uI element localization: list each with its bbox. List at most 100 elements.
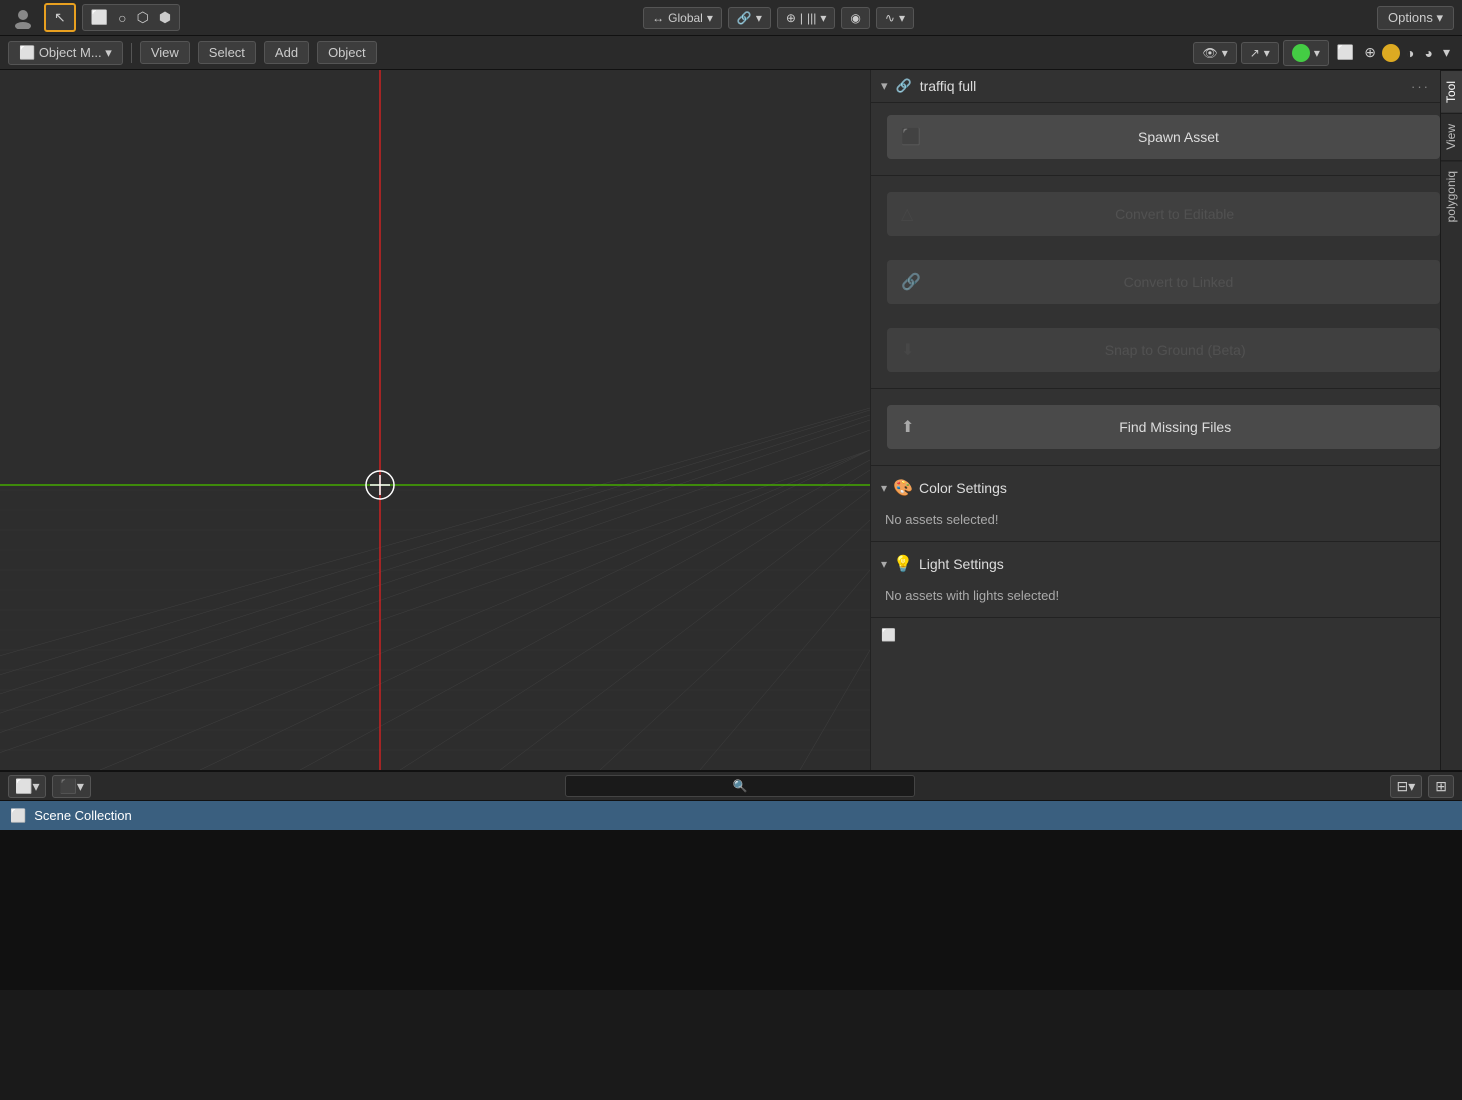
convert-editable-button[interactable]: △ Convert to Editable [887, 192, 1440, 236]
convert-linked-label: Convert to Linked [931, 274, 1426, 290]
main-content-area: User Perspective (1) Scene Collection [0, 70, 1462, 770]
snap-ground-section: ⬇ Snap to Ground (Beta) [879, 322, 1432, 378]
cursor-tool-group[interactable]: ↖ [44, 3, 76, 32]
render-mode-1[interactable]: ◑ [1402, 43, 1418, 63]
shading-yellow-dot [1382, 44, 1400, 62]
outliner-toolbar: ⬜ ▾ ⬛ ▾ ⊟ ▾ ⊞ [0, 772, 1462, 801]
divider-3 [871, 465, 1440, 466]
spawn-icon: ⬛ [901, 127, 921, 147]
bottom-icon: ⬜ [881, 628, 896, 642]
snap-ground-button[interactable]: ⬇ Snap to Ground (Beta) [887, 328, 1440, 372]
wave-icon: ∿ [885, 11, 895, 25]
gizmo-btn[interactable]: ↗ ▾ [1241, 42, 1279, 64]
select-label: Select [209, 45, 245, 60]
visibility-btn[interactable]: 👁 ▾ [1193, 42, 1236, 64]
link-arrow: ▾ [756, 11, 762, 25]
select-menu-button[interactable]: Select [198, 41, 256, 64]
find-missing-button[interactable]: ⬆ Find Missing Files [887, 405, 1440, 449]
mode-toolbar: ⬜ Object M... ▾ View Select Add Object 👁… [0, 36, 1462, 70]
right-panel: ▾ 🔗 traffiq full ··· ⬛ Spawn Asset △ Con… [870, 70, 1440, 770]
panel-header: ▾ 🔗 traffiq full ··· [871, 70, 1440, 103]
shading-icons: ⬜ ⊕ ◑ ◕ ▾ [1333, 42, 1454, 63]
spawn-asset-button[interactable]: ⬛ Spawn Asset [887, 115, 1440, 159]
circle-icon[interactable]: ○ [114, 8, 130, 28]
no-assets-label: No assets selected! [885, 512, 998, 527]
outliner-add-btn[interactable]: ⊞ [1428, 775, 1454, 798]
panel-header-arrow[interactable]: ▾ [881, 78, 888, 94]
color-settings-icon: 🎨 [893, 478, 913, 498]
outliner-filter-btn[interactable]: ⬛ ▾ [52, 775, 90, 798]
outliner-view-btn[interactable]: ⬜ ▾ [8, 775, 46, 798]
link-icon: 🔗 [737, 11, 752, 25]
transform-icon: ↔ [652, 11, 664, 25]
convert-editable-section: △ Convert to Editable [879, 186, 1432, 242]
snap-arrow: ▾ [820, 11, 826, 25]
tab-tool[interactable]: Tool [1441, 70, 1462, 113]
object-menu-button[interactable]: Object [317, 41, 377, 64]
outliner-sort-btn[interactable]: ⊟ ▾ [1390, 775, 1423, 798]
link-btn[interactable]: 🔗 ▾ [728, 7, 771, 29]
collection-name: Scene Collection [34, 808, 132, 823]
outliner-icon: ⬜ [15, 778, 32, 795]
add-menu-button[interactable]: Add [264, 41, 309, 64]
camera-icon[interactable]: ⬜ [1333, 42, 1358, 63]
panel-dots: ··· [1411, 79, 1430, 94]
no-lights-text: No assets with lights selected! [871, 582, 1440, 613]
search-input[interactable] [565, 775, 915, 797]
outliner-filter-icon: ⬛ [59, 778, 76, 795]
header-tools-btn[interactable]: ∿ ▾ [876, 7, 914, 29]
snap-btn[interactable]: ⊕ | ||| ▾ [777, 7, 836, 29]
spawn-label: Spawn Asset [931, 129, 1426, 145]
box-icon[interactable]: ⬜ [87, 7, 112, 28]
snap-ground-label: Snap to Ground (Beta) [924, 342, 1426, 358]
tab-tool-label: Tool [1444, 81, 1458, 103]
render-mode-2[interactable]: ◕ [1421, 43, 1437, 63]
divider-2 [871, 388, 1440, 389]
lasso2-icon[interactable]: ⬢ [155, 7, 175, 28]
shape-tools-group[interactable]: ⬜ ○ ⬡ ⬢ [82, 4, 180, 31]
viewport[interactable]: User Perspective (1) Scene Collection [0, 70, 870, 770]
tab-view[interactable]: View [1441, 113, 1462, 160]
mode-sep-1 [131, 43, 132, 63]
color-settings-label: Color Settings [919, 480, 1007, 496]
object-mode-arrow: ▾ [105, 45, 112, 60]
color-settings-header[interactable]: ▾ 🎨 Color Settings [871, 470, 1440, 506]
lasso-icon[interactable]: ⬡ [133, 7, 153, 28]
scene-collection-row[interactable]: ⬜ Scene Collection [0, 801, 1462, 830]
snap-mode-icon: ||| [807, 11, 816, 25]
transform-btn[interactable]: ↔ Global ▾ [643, 7, 722, 29]
convert-editable-icon: △ [901, 204, 913, 224]
proportional-btn[interactable]: ◉ [841, 7, 869, 29]
options-button[interactable]: Options ▾ [1377, 6, 1454, 30]
color-settings-arrow: ▾ [881, 481, 887, 495]
overlay-green-dot [1292, 44, 1310, 62]
search-container [97, 775, 1384, 797]
object-mode-label: Object M... [39, 45, 102, 60]
divider-5 [871, 617, 1440, 618]
global-arrow: ▾ [707, 11, 713, 25]
divider-4 [871, 541, 1440, 542]
add-collection-icon: ⊞ [1435, 778, 1447, 795]
options-label: Options [1388, 10, 1433, 25]
object-label: Object [328, 45, 366, 60]
overlay-btn[interactable]: ▾ [1283, 40, 1329, 66]
convert-linked-button[interactable]: 🔗 Convert to Linked [887, 260, 1440, 304]
tab-polygoniq-label: polygoniq [1444, 171, 1458, 222]
no-assets-text: No assets selected! [871, 506, 1440, 537]
light-settings-header[interactable]: ▾ 💡 Light Settings [871, 546, 1440, 582]
light-settings-label: Light Settings [919, 556, 1004, 572]
shading-arrow[interactable]: ▾ [1439, 42, 1454, 63]
tab-polygoniq[interactable]: polygoniq [1441, 160, 1462, 232]
panel-title: traffiq full [920, 78, 977, 94]
cursor-icon[interactable]: ↖ [50, 7, 70, 28]
sort-icon: ⊟ [1397, 778, 1409, 795]
object-mode-button[interactable]: ⬜ Object M... ▾ [8, 41, 123, 65]
eye-icon: 👁 [1202, 46, 1217, 60]
side-tab-container: Tool View polygoniq [1440, 70, 1462, 770]
gizmo-icon: ↗ [1250, 46, 1260, 60]
add-label: Add [275, 45, 298, 60]
world-icon[interactable]: ⊕ [1360, 42, 1380, 63]
view-menu-button[interactable]: View [140, 41, 190, 64]
user-icon[interactable] [8, 5, 38, 31]
find-missing-icon: ⬆ [901, 417, 914, 437]
